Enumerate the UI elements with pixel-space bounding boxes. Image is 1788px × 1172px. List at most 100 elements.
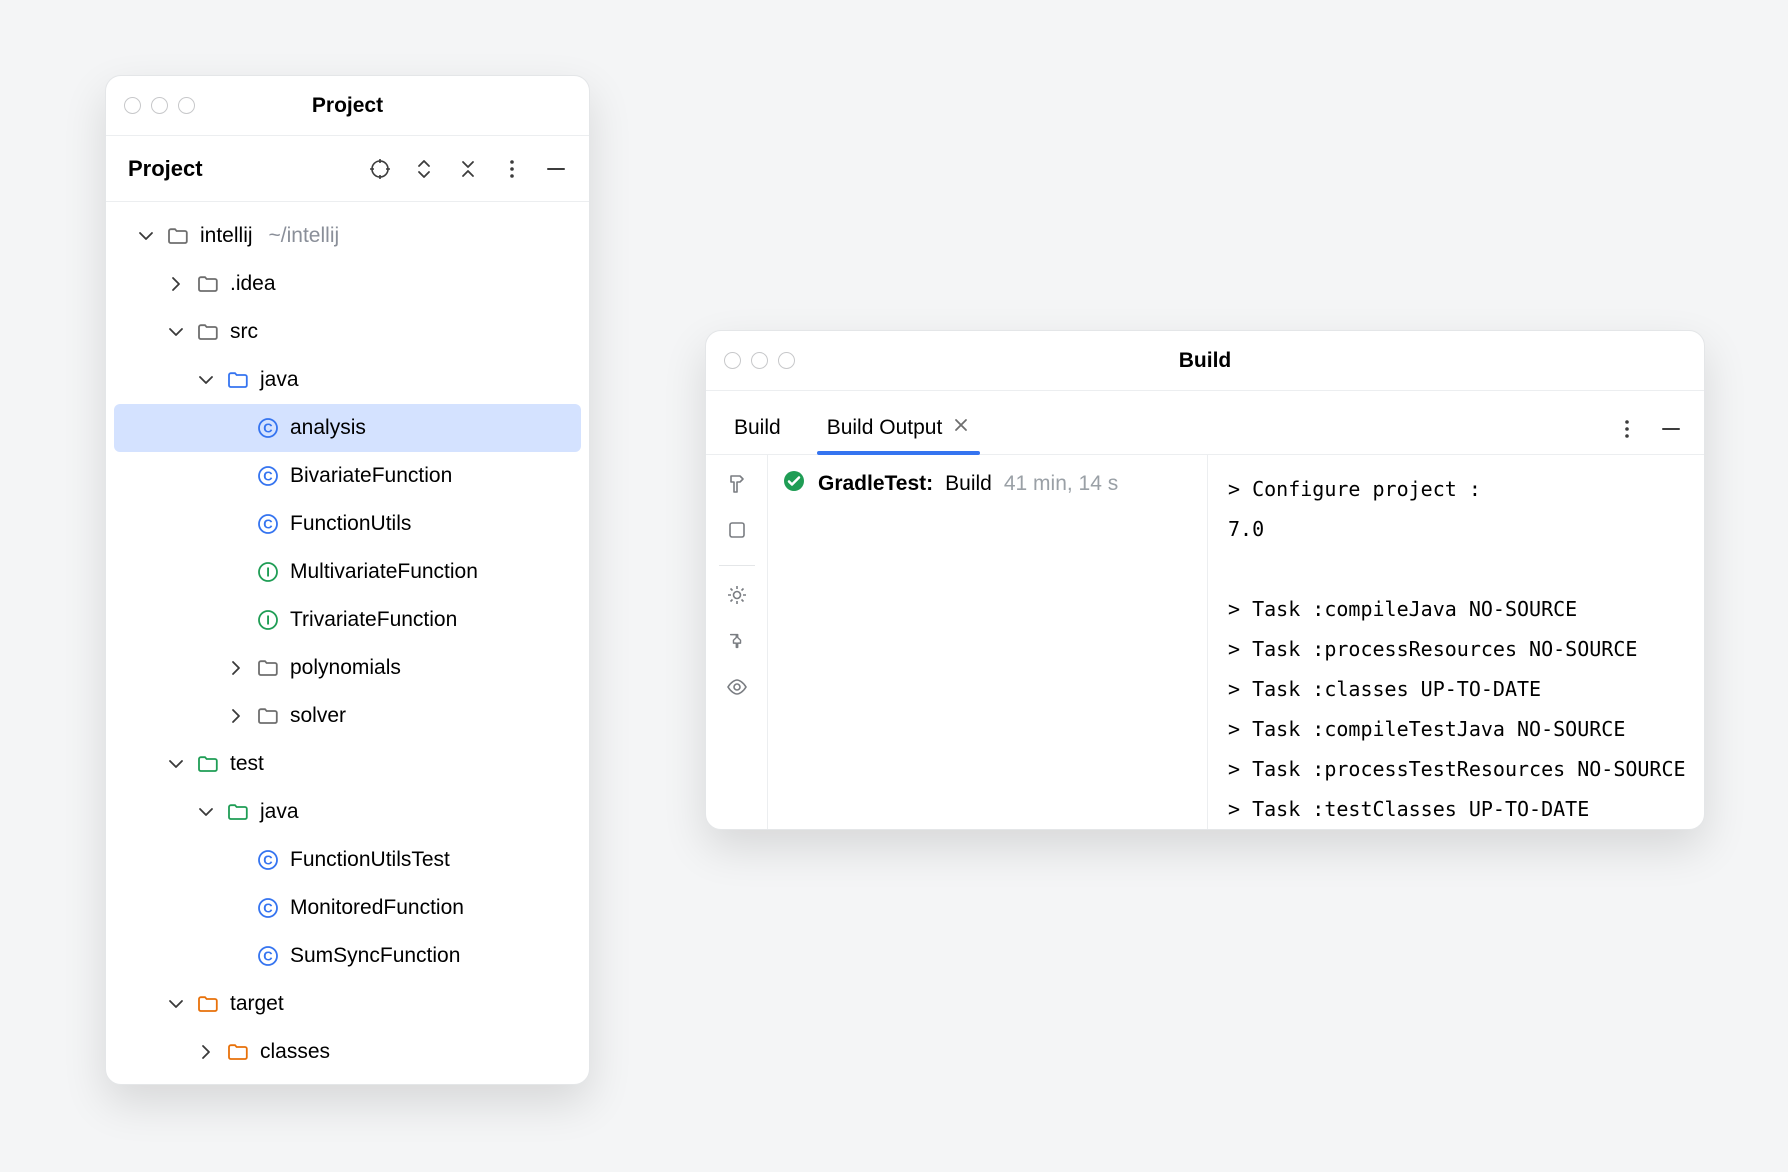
project-tree[interactable]: intellij ~/intellij .idea src java analy… — [106, 202, 589, 1084]
project-titlebar: Project — [106, 76, 589, 136]
tree-item-funcutils[interactable]: FunctionUtils — [106, 500, 589, 548]
console-line: > Task :compileJava NO-SOURCE — [1228, 597, 1577, 621]
chevron-right-icon[interactable] — [166, 274, 186, 294]
minimize-window-button[interactable] — [751, 352, 768, 369]
build-console[interactable]: > Configure project : 7.0 > Task :compil… — [1208, 455, 1704, 829]
console-line: > Task :compileTestJava NO-SOURCE — [1228, 717, 1625, 741]
source-folder-icon — [226, 370, 250, 390]
console-line: > Task :processTestResources NO-SOURCE — [1228, 757, 1686, 781]
window-controls — [724, 352, 795, 369]
tree-item-test-java[interactable]: java — [106, 788, 589, 836]
gear-icon[interactable] — [726, 584, 748, 612]
tree-item-label: MultivariateFunction — [290, 560, 478, 584]
tree-item-bivariate[interactable]: BivariateFunction — [106, 452, 589, 500]
tree-item-classes[interactable]: classes — [106, 1028, 589, 1076]
chevron-down-icon[interactable] — [166, 754, 186, 774]
chevron-right-icon[interactable] — [226, 658, 246, 678]
tree-item-java[interactable]: java — [106, 356, 589, 404]
interface-icon — [256, 609, 280, 631]
tree-item-label: target — [230, 992, 284, 1016]
chevron-down-icon[interactable] — [196, 370, 216, 390]
excluded-folder-icon — [226, 1042, 250, 1062]
console-line: > Task :processResources NO-SOURCE — [1228, 637, 1637, 661]
zoom-window-button[interactable] — [178, 97, 195, 114]
class-icon — [256, 849, 280, 871]
build-title: Build — [706, 349, 1704, 373]
eye-icon[interactable] — [726, 676, 748, 704]
class-icon — [256, 945, 280, 967]
tree-item-label: polynomials — [290, 656, 401, 680]
tree-item-label: BivariateFunction — [290, 464, 452, 488]
close-window-button[interactable] — [724, 352, 741, 369]
excluded-folder-icon — [196, 994, 220, 1014]
class-icon — [256, 897, 280, 919]
tree-item-idea[interactable]: .idea — [106, 260, 589, 308]
folder-icon — [256, 706, 280, 726]
tab-label: Build Output — [827, 416, 943, 440]
tree-item-label: analysis — [290, 416, 366, 440]
collapse-all-icon[interactable] — [457, 158, 479, 180]
tree-item-trivar[interactable]: TrivariateFunction — [106, 596, 589, 644]
tree-item-label: java — [260, 800, 299, 824]
interface-icon — [256, 561, 280, 583]
project-toolbar: Project — [106, 136, 589, 202]
hide-panel-icon[interactable] — [545, 158, 567, 180]
folder-icon — [256, 658, 280, 678]
tree-item-target[interactable]: target — [106, 980, 589, 1028]
project-toolbar-label[interactable]: Project — [128, 156, 203, 182]
tree-item-polynomials[interactable]: polynomials — [106, 644, 589, 692]
pin-icon[interactable] — [726, 630, 748, 658]
project-panel: Project Project intellij ~/intellij .ide… — [105, 75, 590, 1085]
build-gutter — [706, 455, 768, 829]
tree-item-src[interactable]: src — [106, 308, 589, 356]
tree-item-path: ~/intellij — [269, 224, 340, 248]
folder-icon — [196, 322, 220, 342]
tab-build-output[interactable]: Build Output — [821, 416, 977, 454]
tree-item-multivar[interactable]: MultivariateFunction — [106, 548, 589, 596]
select-opened-file-icon[interactable] — [369, 158, 391, 180]
tree-item-solver[interactable]: solver — [106, 692, 589, 740]
stop-icon[interactable] — [726, 519, 748, 547]
tree-item-futest[interactable]: FunctionUtilsTest — [106, 836, 589, 884]
more-options-icon[interactable] — [501, 158, 523, 180]
build-tabs: Build Build Output — [706, 391, 1704, 455]
chevron-down-icon[interactable] — [166, 994, 186, 1014]
tree-item-sumsync[interactable]: SumSyncFunction — [106, 932, 589, 980]
folder-icon — [166, 226, 190, 246]
tab-build[interactable]: Build — [728, 416, 787, 454]
tree-item-label: FunctionUtils — [290, 512, 411, 536]
close-window-button[interactable] — [124, 97, 141, 114]
tree-item-monitored[interactable]: MonitoredFunction — [106, 884, 589, 932]
tree-item-label: test — [230, 752, 264, 776]
build-panel: Build Build Build Output GradleTest: — [705, 330, 1705, 830]
tree-item-label: TrivariateFunction — [290, 608, 457, 632]
success-icon — [782, 469, 806, 499]
chevron-down-icon[interactable] — [196, 802, 216, 822]
console-line: > Task :classes UP-TO-DATE — [1228, 677, 1541, 701]
build-icon[interactable] — [726, 473, 748, 501]
tree-item-root[interactable]: intellij ~/intellij — [106, 212, 589, 260]
tree-item-analysis[interactable]: analysis — [114, 404, 581, 452]
expand-all-icon[interactable] — [413, 158, 435, 180]
chevron-right-icon[interactable] — [196, 1042, 216, 1062]
build-task-name: GradleTest: — [818, 472, 933, 496]
chevron-right-icon[interactable] — [226, 706, 246, 726]
tab-label: Build — [734, 416, 781, 440]
minimize-window-button[interactable] — [151, 97, 168, 114]
tree-item-label: FunctionUtilsTest — [290, 848, 450, 872]
tree-item-label: java — [260, 368, 299, 392]
window-controls — [124, 97, 195, 114]
tree-item-test[interactable]: test — [106, 740, 589, 788]
more-options-icon[interactable] — [1616, 418, 1638, 440]
build-task-item[interactable]: GradleTest: Build 41 min, 14 s — [782, 469, 1197, 499]
chevron-down-icon[interactable] — [166, 322, 186, 342]
build-task-list[interactable]: GradleTest: Build 41 min, 14 s — [768, 455, 1208, 829]
zoom-window-button[interactable] — [778, 352, 795, 369]
chevron-down-icon[interactable] — [136, 226, 156, 246]
close-tab-icon[interactable] — [952, 416, 970, 440]
build-body: GradleTest: Build 41 min, 14 s > Configu… — [706, 455, 1704, 829]
test-folder-icon — [196, 754, 220, 774]
build-task-duration: 41 min, 14 s — [1004, 472, 1118, 496]
hide-panel-icon[interactable] — [1660, 418, 1682, 440]
tree-item-label: intellij — [200, 224, 253, 248]
